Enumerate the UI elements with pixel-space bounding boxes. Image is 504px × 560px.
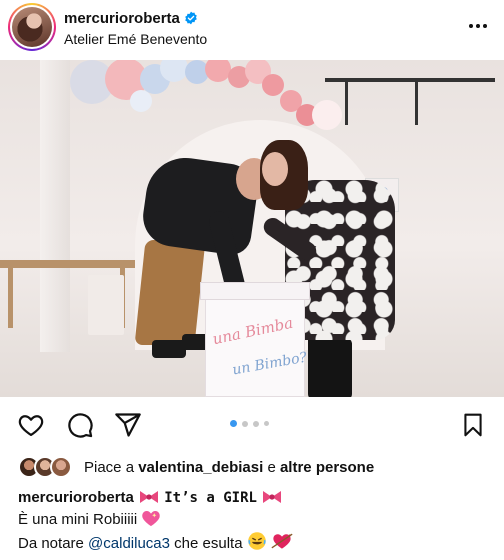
- balloon: [262, 74, 284, 96]
- balloon: [130, 90, 152, 112]
- post-photo[interactable]: B Y una Bimba un Bimbo?: [0, 60, 504, 397]
- gift-box-lid: [200, 282, 310, 300]
- ribbon-bow-icon: [140, 491, 159, 503]
- table-leg: [8, 268, 13, 328]
- carousel-indicator: [230, 420, 269, 427]
- heart-icon[interactable]: [16, 410, 46, 440]
- shelf-support: [345, 80, 348, 125]
- balloon: [205, 60, 231, 82]
- ribbon-bow-icon: [263, 491, 282, 503]
- likes-conjunction: e: [267, 458, 276, 476]
- action-bar: [0, 402, 504, 446]
- caption-text: che esulta: [174, 535, 243, 552]
- balloon: [160, 60, 188, 82]
- carousel-dot: [253, 420, 259, 427]
- comment-icon-svg: [68, 413, 93, 438]
- liker-avatars: [18, 456, 78, 478]
- bookmark-icon-svg: [464, 413, 482, 437]
- location-link[interactable]: Atelier Emé Benevento: [64, 31, 207, 47]
- caption-text: Da notare: [18, 535, 84, 552]
- likes-prefix: Piace a: [84, 458, 135, 476]
- verified-badge-icon: [185, 11, 197, 25]
- more-dot: [483, 24, 487, 28]
- username[interactable]: mercurioroberta: [64, 10, 180, 27]
- caption-line-2: È una mini Robiiiii: [18, 509, 498, 531]
- post-header: mercurioroberta Atelier Emé Benevento: [0, 0, 504, 58]
- avatar-inner: [10, 5, 54, 49]
- first-liker-link[interactable]: valentina_debiasi: [138, 459, 263, 476]
- send-icon[interactable]: [113, 410, 143, 440]
- shelf-support: [415, 80, 418, 125]
- caption-announcement: It’s a GIRL: [164, 490, 257, 506]
- caption: mercurioroberta It’s a GIRL È una mini R…: [18, 487, 498, 555]
- woman-face: [262, 152, 288, 186]
- caption-line-1: mercurioroberta It’s a GIRL: [18, 487, 498, 509]
- balloon: [312, 100, 342, 130]
- carousel-dot: [264, 421, 269, 426]
- laughing-tears-icon: [247, 532, 266, 550]
- send-icon-svg: [115, 413, 141, 437]
- more-dot: [469, 24, 473, 28]
- woman-boot: [328, 338, 352, 397]
- liker-avatar: [50, 456, 72, 478]
- heart-icon-svg: [18, 415, 44, 437]
- heart-arrow-icon: [271, 533, 293, 549]
- mention-link[interactable]: @caldiluca3: [88, 535, 170, 552]
- carousel-dot-active: [230, 420, 237, 427]
- username-row[interactable]: mercurioroberta: [64, 10, 198, 27]
- sparkling-heart-icon: [142, 511, 161, 527]
- side-table: [0, 260, 135, 268]
- man-shoe: [152, 340, 186, 358]
- caption-username[interactable]: mercurioroberta: [18, 489, 134, 506]
- likes-summary[interactable]: Piace a valentina_debiasi e altre person…: [18, 456, 374, 478]
- pedestal: [88, 275, 124, 335]
- shelf-rail: [325, 78, 495, 82]
- man-legs: [134, 240, 206, 345]
- other-likers-link[interactable]: altre persone: [280, 459, 374, 476]
- comment-icon[interactable]: [65, 410, 95, 440]
- more-options-icon[interactable]: [466, 14, 490, 38]
- caption-line-3: Da notare @caldiluca3 che esulta: [18, 531, 498, 555]
- more-dot: [476, 24, 480, 28]
- avatar[interactable]: [8, 3, 56, 51]
- column: [40, 60, 70, 352]
- bookmark-icon[interactable]: [458, 410, 488, 440]
- caption-text: È una mini Robiiiii: [18, 511, 138, 528]
- carousel-dot: [242, 420, 248, 427]
- avatar-image: [12, 7, 52, 47]
